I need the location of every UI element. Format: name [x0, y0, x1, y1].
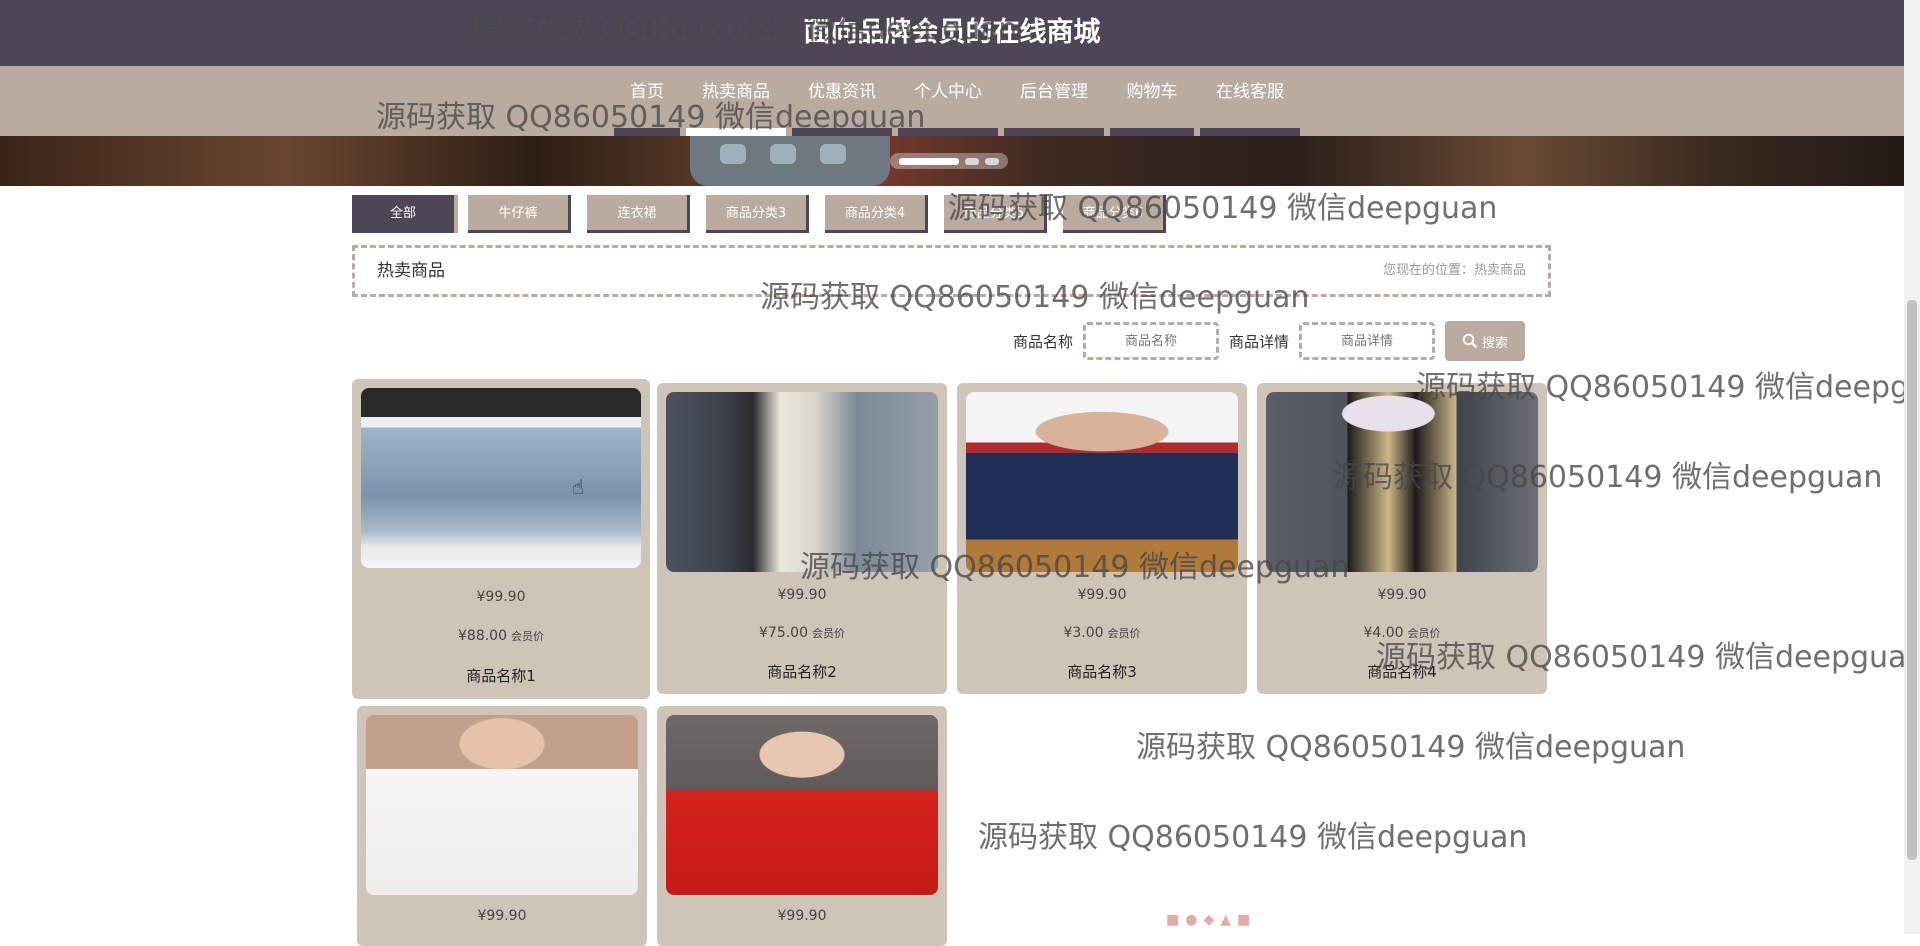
nav-item-home[interactable]: 首页 [614, 66, 680, 136]
tab-category-4[interactable]: 商品分类4 [825, 195, 928, 233]
search-button[interactable]: 搜索 [1445, 321, 1526, 361]
main-nav-bar: 首页 热卖商品 优惠资讯 个人中心 后台管理 购物车 在线客服 [0, 66, 1904, 136]
nav-item-admin[interactable]: 后台管理 [1004, 66, 1104, 136]
nav-label: 在线客服 [1216, 82, 1284, 102]
nav-item-promotions[interactable]: 优惠资讯 [792, 66, 892, 136]
tab-category-6[interactable]: 商品分类6 [1063, 195, 1166, 233]
tab-category-3[interactable]: 商品分类3 [706, 195, 809, 233]
product-detail-label: 商品详情 [1229, 332, 1290, 351]
product-name: 商品名称3 [1067, 663, 1137, 681]
product-card-3[interactable]: ¥99.90 ¥3.00 会员价 商品名称3 [957, 383, 1247, 694]
product-image [966, 392, 1238, 572]
product-detail-input[interactable] [1299, 322, 1436, 360]
product-name-input[interactable] [1083, 322, 1220, 360]
breadcrumb-position: 您现在的位置：热卖商品 [1382, 263, 1526, 278]
search-button-label: 搜索 [1482, 334, 1509, 350]
banner-carousel[interactable] [0, 136, 1904, 186]
main-nav: 首页 热卖商品 优惠资讯 个人中心 后台管理 购物车 在线客服 [614, 66, 1306, 136]
toolbar-icon[interactable]: ● [1185, 912, 1197, 928]
search-icon [1462, 333, 1478, 349]
tab-dresses[interactable]: 连衣裙 [587, 195, 690, 233]
search-bar: 商品名称 商品详情 搜索 [1013, 321, 1526, 361]
banner-image [690, 136, 890, 186]
product-card-2[interactable]: ¥99.90 ¥75.00 会员价 商品名称2 [657, 383, 947, 694]
product-card-1[interactable]: ¥99.90 ¥88.00 会员价 商品名称1 [352, 379, 650, 699]
floating-toolbar: ■ ● ◆ ▲ ■ [1166, 912, 1250, 928]
nav-label: 个人中心 [914, 82, 982, 102]
product-name: 商品名称4 [1367, 663, 1437, 681]
nav-item-hot-products[interactable]: 热卖商品 [686, 66, 786, 136]
toolbar-icon[interactable]: ■ [1166, 912, 1179, 928]
product-vip-price: ¥4.00 会员价 [1363, 625, 1441, 641]
breadcrumb: 热卖商品 您现在的位置：热卖商品 [352, 245, 1551, 297]
watermark: 源码获取 QQ86050149 微信deepguan [1136, 730, 1686, 765]
nav-label: 购物车 [1126, 82, 1178, 102]
product-image [666, 392, 938, 572]
nav-item-cart[interactable]: 购物车 [1110, 66, 1194, 136]
category-tabs: 全部 牛仔裤 连衣裙 商品分类3 商品分类4 商品分类5 商品分类6 [352, 195, 1182, 233]
nav-label: 首页 [630, 82, 664, 102]
tab-jeans[interactable]: 牛仔裤 [468, 195, 571, 233]
nav-label: 热卖商品 [702, 82, 770, 102]
product-name: 商品名称1 [466, 667, 536, 685]
product-image [1266, 392, 1538, 572]
mouse-cursor-icon: ☝ [572, 475, 585, 499]
section-title: 热卖商品 [377, 261, 445, 281]
product-price: ¥99.90 [777, 908, 827, 924]
product-card-5[interactable]: ¥99.90 [357, 706, 647, 946]
product-price: ¥99.90 [1077, 587, 1127, 603]
toolbar-icon[interactable]: ■ [1237, 912, 1250, 928]
product-vip-price: ¥3.00 会员价 [1063, 625, 1141, 641]
scrollbar-thumb[interactable] [1907, 300, 1917, 860]
product-price: ¥99.90 [477, 908, 527, 924]
nav-item-customer-service[interactable]: 在线客服 [1200, 66, 1300, 136]
toolbar-icon[interactable]: ▲ [1220, 912, 1231, 928]
product-price: ¥99.90 [476, 589, 526, 605]
nav-item-profile[interactable]: 个人中心 [898, 66, 998, 136]
tab-category-5[interactable]: 商品分类5 [944, 195, 1047, 233]
watermark: 源码获取 QQ86050149 微信deepguan [978, 820, 1528, 855]
product-price: ¥99.90 [777, 587, 827, 603]
product-name: 商品名称2 [767, 663, 837, 681]
toolbar-icon[interactable]: ◆ [1203, 912, 1214, 928]
tab-all[interactable]: 全部 [352, 195, 458, 233]
carousel-dot-1[interactable] [899, 157, 959, 165]
carousel-dot-3[interactable] [985, 157, 999, 165]
product-price: ¥99.90 [1377, 587, 1427, 603]
product-name-label: 商品名称 [1013, 332, 1074, 351]
nav-label: 后台管理 [1020, 82, 1088, 102]
product-card-4[interactable]: ¥99.90 ¥4.00 会员价 商品名称4 [1257, 383, 1547, 694]
product-image [666, 715, 938, 895]
site-title: 面向品牌会员的在线商城 [803, 17, 1101, 48]
product-card-6[interactable]: ¥99.90 [657, 706, 947, 946]
product-vip-price: ¥75.00 会员价 [759, 625, 845, 641]
product-vip-price: ¥88.00 会员价 [458, 628, 544, 644]
top-header: 面向品牌会员的在线商城 [0, 0, 1904, 66]
nav-label: 优惠资讯 [808, 82, 876, 102]
carousel-indicators [890, 153, 1008, 169]
product-image [361, 388, 641, 568]
product-image [366, 715, 638, 895]
carousel-dot-2[interactable] [965, 157, 979, 165]
